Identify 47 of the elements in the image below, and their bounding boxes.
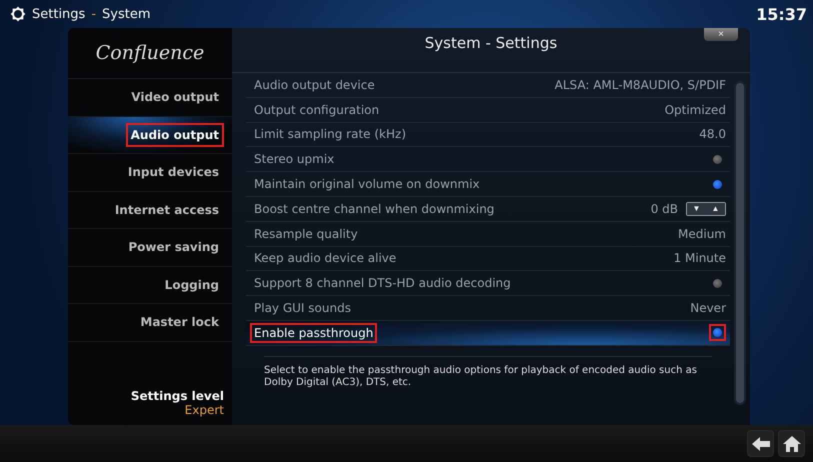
setting-label: Boost centre channel when downmixing xyxy=(253,200,496,218)
setting-label: Audio output device xyxy=(253,76,376,94)
settings-level-label: Settings level xyxy=(130,389,224,403)
setting-label: Stereo upmix xyxy=(253,151,336,168)
window-title: Settings xyxy=(32,6,86,22)
window-subtitle: System xyxy=(102,6,151,22)
setting-row[interactable]: Enable passthrough xyxy=(246,320,730,346)
back-button[interactable] xyxy=(747,430,774,457)
setting-value: Medium xyxy=(678,226,726,241)
toggle-switch[interactable] xyxy=(709,324,726,342)
setting-row[interactable]: Audio output device ALSA: AML-M8AUDIO, S/PDIF xyxy=(246,73,730,98)
setting-value: 1 Minute xyxy=(674,251,726,266)
gear-icon xyxy=(10,6,26,22)
setting-value: 0 dB xyxy=(650,202,678,216)
setting-label: Output configuration xyxy=(253,102,380,119)
setting-row[interactable]: Output configuration Optimized xyxy=(246,98,730,123)
decrease-button[interactable]: ▼ xyxy=(687,202,706,215)
home-icon xyxy=(782,434,800,452)
back-arrow-icon xyxy=(752,436,770,450)
setting-row[interactable]: Boost centre channel when downmixing 0 dB ▼ ▲ xyxy=(246,196,730,222)
setting-label: Play GUI sounds xyxy=(253,300,352,318)
home-button[interactable] xyxy=(778,430,805,457)
setting-row[interactable]: Keep audio device alive 1 Minute xyxy=(246,246,730,272)
setting-row[interactable]: Support 8 channel DTS-HD audio decoding xyxy=(246,271,730,296)
setting-row[interactable]: Resample quality Medium xyxy=(246,222,730,247)
close-button[interactable]: × xyxy=(704,28,738,41)
title-separator: - xyxy=(91,6,96,22)
settings-level-value[interactable]: Expert xyxy=(184,403,224,417)
setting-label: Keep audio device alive xyxy=(253,250,398,268)
setting-label: Enable passthrough xyxy=(250,322,378,343)
scrollbar-thumb[interactable] xyxy=(736,83,744,403)
increase-button[interactable]: ▲ xyxy=(706,202,725,215)
setting-row[interactable]: Maintain original volume on downmix xyxy=(246,172,730,197)
sidebar-item[interactable]: Audio output xyxy=(68,116,232,154)
setting-description: Select to enable the passthrough audio options for playback of encoded audio such as Dolby Digital (AC3), DTS, etc. xyxy=(264,356,712,389)
clock: 15:37 xyxy=(756,4,807,24)
setting-value: Never xyxy=(690,301,726,316)
setting-label: Support 8 channel DTS-HD audio decoding xyxy=(253,275,512,292)
setting-value: Optimized xyxy=(664,102,726,117)
setting-row[interactable]: Limit sampling rate (kHz) 48.0 xyxy=(246,122,730,148)
setting-value: 48.0 xyxy=(699,127,726,142)
setting-row[interactable]: Stereo upmix xyxy=(246,147,730,172)
setting-label: Maintain original volume on downmix xyxy=(253,176,481,194)
dialog-title: System - Settings xyxy=(424,34,558,52)
setting-value: ALSA: AML-M8AUDIO, S/PDIF xyxy=(554,78,726,92)
setting-label: Limit sampling rate (kHz) xyxy=(253,126,408,144)
setting-label: Resample quality xyxy=(253,226,359,243)
